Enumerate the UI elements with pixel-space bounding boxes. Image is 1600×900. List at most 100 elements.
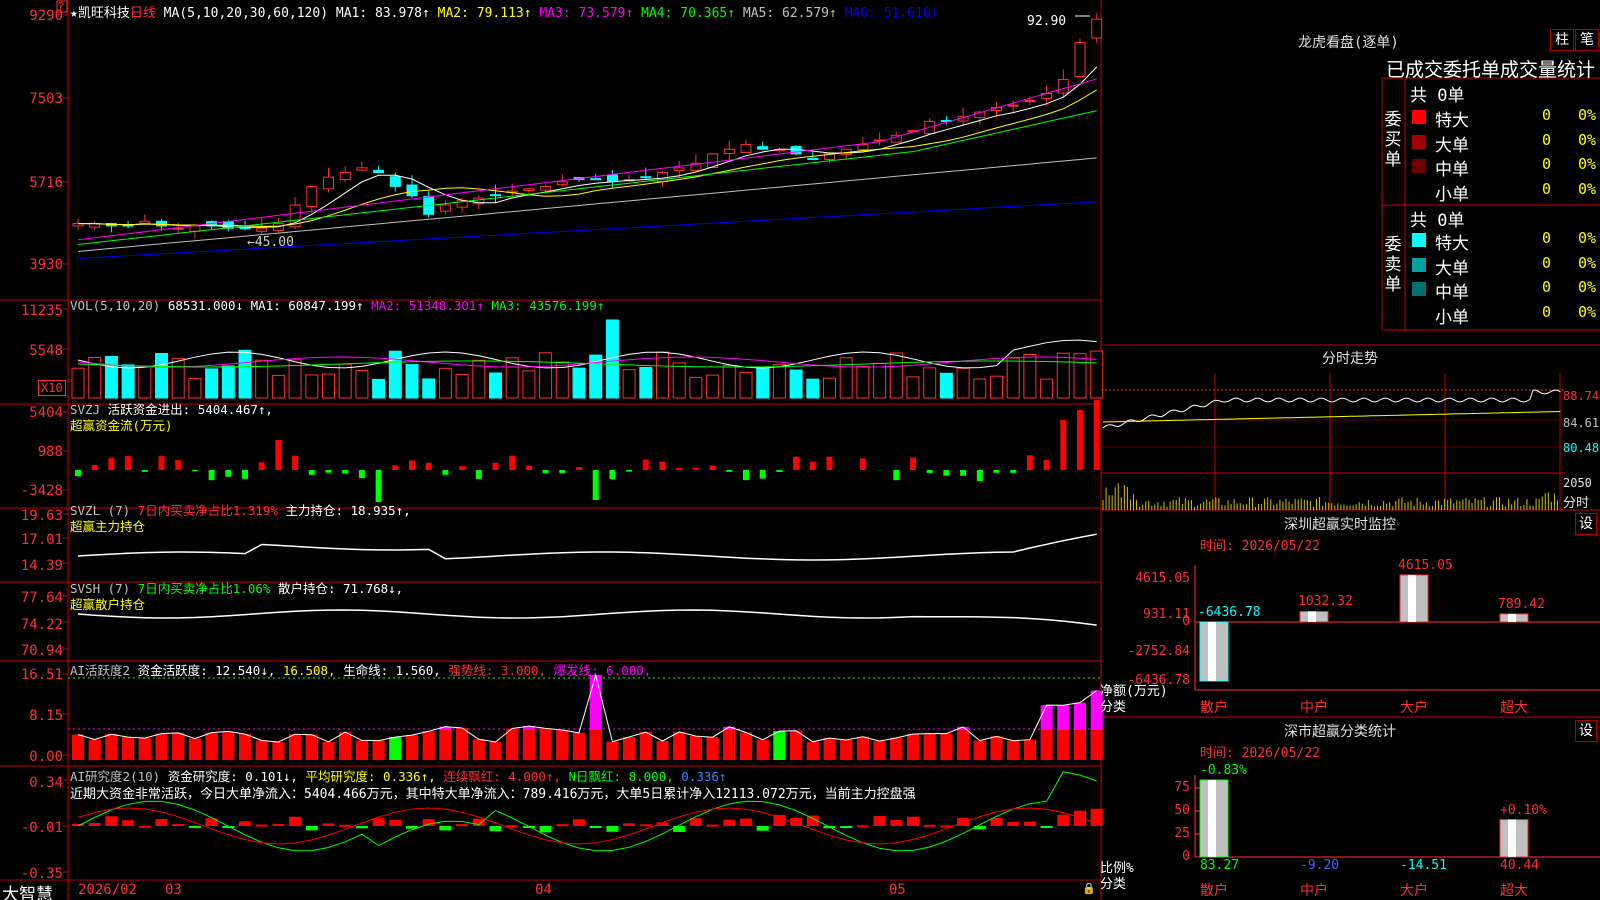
sz-class-axis-2: 25 <box>1174 826 1190 841</box>
ai-research-bar-28 <box>539 826 552 833</box>
ai-active-base-14 <box>305 734 318 760</box>
vol-bar-17 <box>355 370 369 399</box>
lock-icon[interactable]: 🔒 <box>1082 882 1096 895</box>
svzj-bar-49 <box>893 470 900 481</box>
ai-active-base-12 <box>272 741 285 760</box>
sell-row-pct-3: 0% <box>1578 302 1597 321</box>
ai-research-name[interactable]: AI研究度2(10) <box>70 769 160 784</box>
svzj-bar-23 <box>459 466 466 470</box>
intraday-price-line <box>1102 389 1561 429</box>
ai-research-bar-49 <box>890 819 903 826</box>
svzl-legend: SVZL (7) 7日内买卖净占比1.319% 主力持仓: 18.935↑, 超… <box>70 503 411 535</box>
vol-unit-badge[interactable]: X10 <box>38 380 66 396</box>
ai-research-bar-46 <box>840 826 853 828</box>
period-label[interactable]: 日线 <box>130 6 156 21</box>
vol-bar-34 <box>639 366 653 399</box>
ai-active-base-39 <box>723 730 736 760</box>
vol-bar-5 <box>155 353 168 399</box>
svsh-axis-1: 77.64 <box>20 590 63 606</box>
vol-bar-38 <box>706 374 720 399</box>
svzj-name[interactable]: SVZJ <box>70 402 100 417</box>
candle-body-28 <box>540 185 552 191</box>
ai-active-base-27 <box>522 730 535 760</box>
svzj-bar-31 <box>592 470 599 500</box>
ai-active-base-28 <box>539 730 552 760</box>
sz-monitor-setting-button[interactable]: 设 <box>1575 513 1597 535</box>
ai-active-base-24 <box>472 739 485 760</box>
svsh-axis-2: 74.22 <box>20 617 63 633</box>
svzj-title: 超赢资金流(万元) <box>70 418 173 433</box>
vol-bar-51 <box>923 367 937 399</box>
ai-active-base-10 <box>239 734 251 760</box>
candle-body-5 <box>156 220 167 227</box>
buy-row-pct-3: 0% <box>1578 179 1597 198</box>
vol-bar-54 <box>973 378 987 399</box>
sell-row-name-2: 中单 <box>1435 283 1469 303</box>
candle-body-25 <box>490 194 501 197</box>
sz-monitor-time: 时间: 2026/05/22 <box>1200 539 1320 554</box>
ai-research-bar-23 <box>456 824 469 827</box>
trade-stat-header[interactable]: 已成交委托单成交量统计 <box>1386 55 1595 82</box>
svzj-bar-42 <box>776 470 783 473</box>
chart-canvas <box>0 0 1600 900</box>
ai-research-bar-6 <box>172 823 185 826</box>
candle-body-10 <box>239 227 251 230</box>
ai-active-v4: 强势线: 3.000, <box>448 663 547 678</box>
ai-active-base-58 <box>1040 730 1053 760</box>
ai-active-base-46 <box>840 740 853 760</box>
brand-label[interactable]: 大智慧 <box>2 880 53 900</box>
ma5-line <box>77 157 1097 252</box>
ai-active-base-45 <box>823 738 836 760</box>
vol-bar-36 <box>672 362 686 399</box>
ai-active-base-22 <box>439 730 452 760</box>
ai-research-bar-1 <box>88 823 101 826</box>
vol-bar-15 <box>322 373 335 399</box>
sell-row-swatch-1 <box>1412 257 1426 272</box>
ai-research-legend: AI研究度2(10) 资金研究度: 0.101↓, 平均研究度: 0.336↑,… <box>70 768 916 804</box>
vol-bar-28 <box>539 352 553 399</box>
sell-row-count-0: 0 <box>1542 229 1552 247</box>
svzj-bar-43 <box>793 456 800 470</box>
ai-research-bar-39 <box>723 819 736 826</box>
ma-legend-5: MA5: 62.579↑ <box>735 6 837 21</box>
buy-row-swatch-1 <box>1412 134 1426 149</box>
sz-class-change-0: -0.83% <box>1200 763 1247 778</box>
vol-ma3: MA3: 43576.199↑ <box>491 298 605 313</box>
ai-active-base-7 <box>188 738 201 760</box>
sz-class-value-2: -14.51 <box>1400 858 1447 873</box>
date-label-feb: 2026/02 <box>78 882 138 898</box>
stock-name[interactable]: ★凯旺科技 <box>70 6 130 21</box>
intraday-unit: 分时 <box>1563 496 1590 511</box>
ai-active-base-37 <box>689 736 702 760</box>
ai-research-bar-19 <box>389 819 402 826</box>
buy-row-count-2: 0 <box>1542 155 1552 173</box>
sz-monitor-cat-0: 散户 <box>1200 700 1228 716</box>
sz-class-setting-button[interactable]: 设 <box>1575 720 1597 742</box>
svzl-name[interactable]: SVZL (7) <box>70 503 130 518</box>
candle-body-18 <box>373 169 385 173</box>
ai-active-axis-2: 8.15 <box>29 708 63 724</box>
ai-active-base-55 <box>990 736 1003 760</box>
svsh-name[interactable]: SVSH (7) <box>70 581 130 596</box>
sell-row-pct-1: 0% <box>1578 253 1597 272</box>
ai-research-bar-42 <box>773 814 786 826</box>
tick-view-button[interactable]: 笔 <box>1575 29 1599 51</box>
ai-research-axis-2: -0.01 <box>20 820 63 836</box>
ai-research-bar-13 <box>289 816 302 826</box>
intraday-title: 分时走势 <box>1322 351 1378 367</box>
ai-research-bar-2 <box>105 816 118 826</box>
vol-bar-43 <box>789 369 803 399</box>
svzj-bar-61 <box>1093 400 1100 470</box>
buy-row-name-2: 中单 <box>1435 160 1469 180</box>
svzl-axis-3: 14.39 <box>20 558 63 574</box>
bar-view-button[interactable]: 柱 <box>1550 29 1574 51</box>
ai-research-bar-58 <box>1040 826 1053 828</box>
vol-name[interactable]: VOL(5,10,20) <box>70 298 160 313</box>
ai-active-base-33 <box>623 737 636 760</box>
ai-active-name[interactable]: AI活跃度2 <box>70 663 130 678</box>
price-legend: ★凯旺科技日线 MA(5,10,20,30,60,120) MA1: 83.97… <box>70 2 939 21</box>
ai-active-base-31 <box>589 730 602 760</box>
sz-monitor-value-2: 4615.05 <box>1398 558 1453 573</box>
svzj-bar-58 <box>1043 459 1050 470</box>
svzj-bar-54 <box>976 470 983 482</box>
